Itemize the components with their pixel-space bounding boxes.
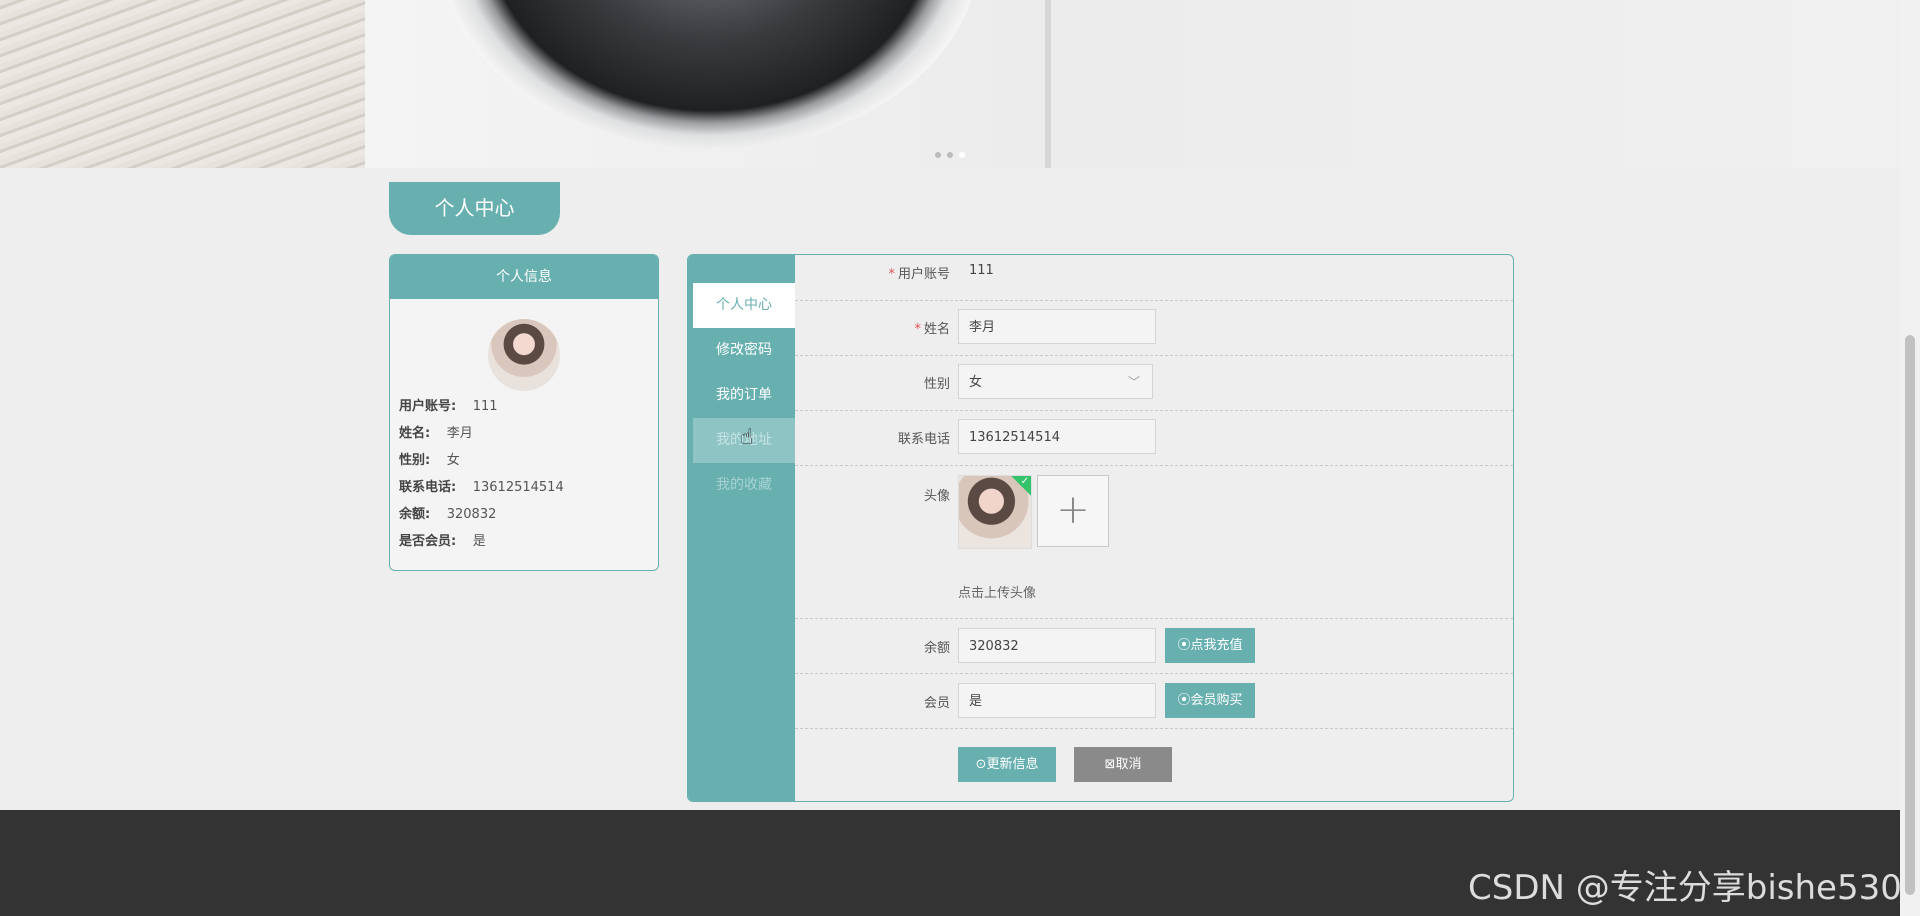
divider	[795, 300, 1513, 301]
hand-cursor-icon: ☝	[740, 425, 754, 450]
info-row-account: 用户账号: 111	[399, 395, 498, 414]
info-value: 女	[446, 453, 460, 468]
info-label: 是否会员:	[399, 534, 457, 549]
balance-input[interactable]: 320832	[958, 628, 1156, 663]
member-label: 会员	[923, 696, 950, 711]
info-value: 320832	[446, 507, 497, 522]
name-input[interactable]: 李月	[958, 309, 1156, 344]
check-circle-icon: ⊙	[975, 757, 987, 772]
account-value: 111	[969, 263, 994, 278]
radio-icon: ⦿	[1177, 638, 1191, 653]
info-row-name: 姓名: 李月	[399, 422, 473, 441]
gender-select[interactable]: 女 ﹀	[958, 364, 1153, 399]
carousel-dot[interactable]	[947, 152, 953, 158]
profile-form-panel: 个人中心 修改密码 我的订单 我的地址 我的收藏 * 用户账号 111 * 姓名 李…	[687, 254, 1514, 802]
banner-texture	[0, 0, 365, 168]
member-input[interactable]: 是	[958, 683, 1156, 718]
carousel-dot[interactable]	[935, 152, 941, 158]
info-value: 111	[472, 399, 498, 414]
carousel-dots[interactable]	[935, 152, 965, 158]
gender-select-value: 女	[969, 375, 983, 390]
balance-label: 余额	[923, 641, 950, 656]
divider	[795, 465, 1513, 466]
upload-avatar-hint[interactable]: 点击上传头像	[958, 582, 1036, 601]
info-value: 13612514514	[472, 480, 564, 495]
side-nav: 个人中心 修改密码 我的订单 我的地址 我的收藏	[688, 255, 795, 801]
close-box-icon: ⊠	[1104, 757, 1116, 772]
banner-divider	[1045, 0, 1051, 168]
info-label: 用户账号:	[399, 399, 457, 414]
nav-item-personal-center[interactable]: 个人中心	[693, 283, 795, 328]
section-title: 个人中心	[389, 182, 560, 235]
nav-item-change-password[interactable]: 修改密码	[693, 328, 795, 373]
divider	[795, 355, 1513, 356]
gender-label: 性别	[923, 377, 950, 392]
name-label: * 姓名	[914, 322, 950, 337]
avatar-thumbnail[interactable]: ✓	[958, 475, 1032, 549]
info-value: 是	[472, 534, 486, 549]
info-row-gender: 性别: 女	[399, 449, 460, 468]
update-info-button[interactable]: ⊙更新信息	[958, 747, 1056, 782]
personal-info-card: 个人信息 用户账号: 111 姓名: 李月 性别: 女 联系电话: 136125…	[389, 254, 659, 571]
check-icon: ✓	[1020, 476, 1029, 487]
phone-label: 联系电话	[897, 432, 950, 447]
divider	[795, 728, 1513, 729]
info-label: 姓名:	[399, 426, 431, 441]
avatar	[488, 319, 560, 391]
info-row-phone: 联系电话: 13612514514	[399, 476, 564, 495]
chevron-down-icon: ﹀	[1127, 375, 1140, 389]
avatar-label: 头像	[923, 489, 950, 504]
info-label: 联系电话:	[399, 480, 457, 495]
account-label: * 用户账号	[888, 267, 950, 282]
buy-membership-button[interactable]: ⦿会员购买	[1165, 683, 1255, 718]
nav-item-my-orders[interactable]: 我的订单	[693, 373, 795, 418]
info-card-title: 个人信息	[390, 255, 658, 299]
add-avatar-button[interactable]: +	[1037, 475, 1109, 547]
info-row-balance: 余额: 320832	[399, 503, 496, 522]
washing-machine-drum	[440, 0, 980, 150]
divider	[795, 410, 1513, 411]
phone-input[interactable]: 13612514514	[958, 419, 1156, 454]
nav-item-my-favorites[interactable]: 我的收藏	[693, 463, 795, 508]
cancel-button[interactable]: ⊠取消	[1074, 747, 1172, 782]
info-label: 余额:	[399, 507, 431, 522]
radio-icon: ⦿	[1177, 693, 1191, 708]
info-row-member: 是否会员: 是	[399, 530, 486, 549]
scrollbar-thumb[interactable]	[1905, 335, 1915, 895]
info-label: 性别:	[399, 453, 431, 468]
recharge-button[interactable]: ⦿点我充值	[1165, 628, 1255, 663]
carousel-dot-active[interactable]	[959, 152, 965, 158]
info-value: 李月	[446, 426, 473, 441]
banner-image	[0, 0, 1900, 168]
divider	[795, 618, 1513, 619]
divider	[795, 673, 1513, 674]
watermark: CSDN @专注分享bishe530	[1468, 868, 1902, 908]
